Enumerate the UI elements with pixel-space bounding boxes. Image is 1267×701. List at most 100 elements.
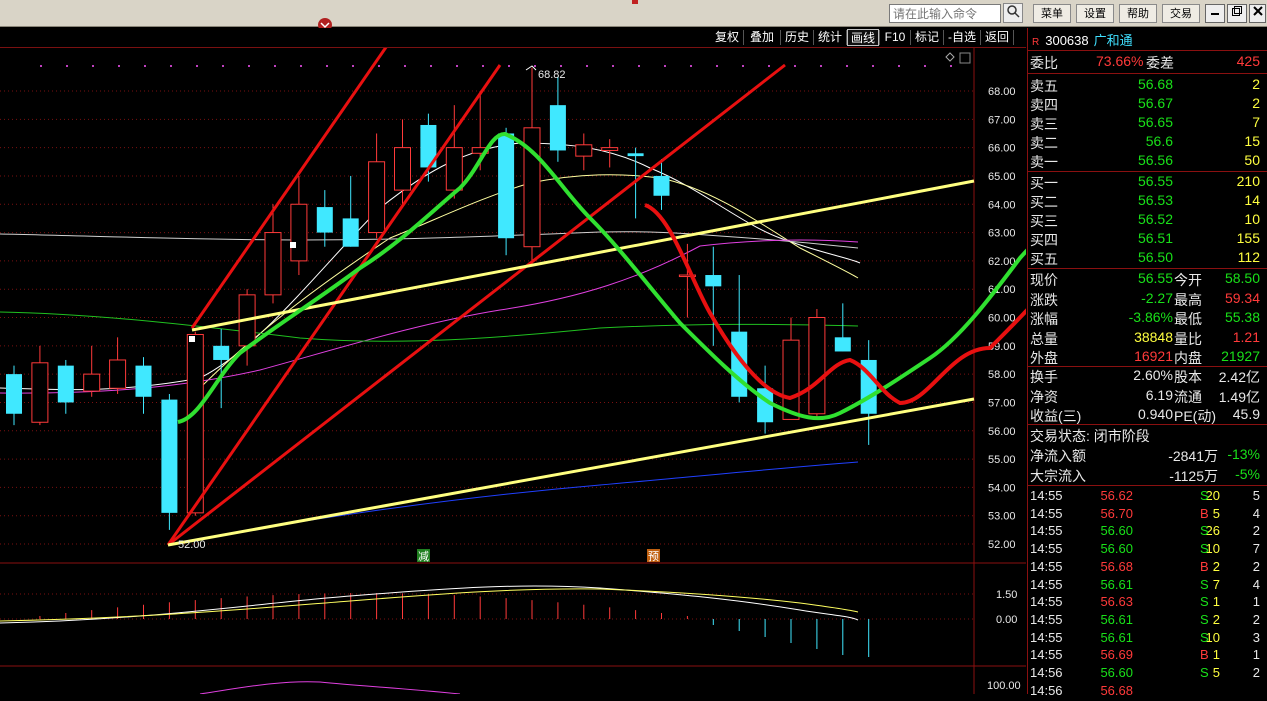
fund-flow-row: 大宗流入 -1125万 -5% bbox=[1030, 466, 1260, 484]
marker-dot bbox=[274, 65, 276, 67]
candle-body-up bbox=[445, 147, 463, 191]
marker-dot bbox=[820, 65, 822, 67]
chart-tool-4[interactable]: 画线 bbox=[847, 29, 879, 46]
chart-tool-6[interactable]: 标记 bbox=[911, 29, 943, 46]
candle-body-down bbox=[6, 374, 22, 414]
settings-button[interactable]: 设置 bbox=[1076, 4, 1114, 23]
marker-dot bbox=[118, 65, 120, 67]
marker-dot bbox=[430, 65, 432, 67]
sell-level-row: 卖一 56.56 50 bbox=[1030, 152, 1260, 170]
price-tick-label: 58.00 bbox=[988, 369, 1016, 381]
tick-trade-row: 14:55 56.61 2 S 2 bbox=[1030, 611, 1260, 627]
finance-stat-row: 收益(三) 0.940 PE(动) 45.9 bbox=[1030, 406, 1260, 424]
candle-body-down bbox=[135, 365, 152, 397]
stock-header: R 300638 广和通 bbox=[1032, 30, 1133, 49]
tick-trade-row: 14:55 56.60 10 S 7 bbox=[1030, 541, 1260, 557]
indicator-mark bbox=[632, 0, 638, 4]
quote-stat-row: 总量 38848 量比 1.21 bbox=[1030, 328, 1260, 347]
trendline-red-1 bbox=[166, 64, 502, 546]
candle-body-up bbox=[368, 161, 386, 234]
marker-dot bbox=[690, 65, 692, 67]
quote-stat-row: 涨跌 -2.27 最高 59.34 bbox=[1030, 289, 1260, 308]
marker-dot bbox=[66, 65, 68, 67]
marker-dot bbox=[352, 65, 354, 67]
price-tick-label: 65.00 bbox=[988, 171, 1016, 183]
tick-trade-row: 14:55 56.69 1 B 1 bbox=[1030, 647, 1260, 663]
chart-tool-8[interactable]: 返回 bbox=[981, 29, 1013, 46]
stock-name: 广和通 bbox=[1093, 33, 1133, 48]
high-price-label: 68.82 bbox=[538, 69, 566, 81]
tick-trade-row: 14:56 56.60 5 S 2 bbox=[1030, 665, 1260, 680]
chart-toolbar: 复权 叠加 历史 统计 画线 F10 标记 -自选 返回 bbox=[0, 28, 1026, 48]
event-marker-label: 预 bbox=[648, 550, 659, 563]
candle-body-up bbox=[808, 317, 826, 415]
candle-body-up bbox=[601, 147, 619, 151]
quote-stat-row: 涨幅 -3.86% 最低 55.38 bbox=[1030, 309, 1260, 327]
tick-trade-row: 14:55 56.70 5 B 4 bbox=[1030, 505, 1260, 521]
trendline-red-2 bbox=[190, 48, 388, 329]
marker-dot bbox=[768, 65, 770, 67]
candle-body-up bbox=[31, 362, 49, 423]
help-button[interactable]: 帮助 bbox=[1119, 4, 1157, 23]
candle-body-down bbox=[627, 153, 644, 157]
ma20-line bbox=[0, 231, 859, 249]
candle-body-up bbox=[782, 339, 800, 420]
command-input[interactable] bbox=[889, 4, 1001, 23]
quote-stat-row: 现价 56.55 今开 58.50 bbox=[1030, 270, 1260, 288]
marker-dot bbox=[742, 65, 744, 67]
candle-body-up bbox=[264, 232, 282, 296]
candle-body-down bbox=[653, 175, 670, 196]
price-tick-label: 56.00 bbox=[988, 426, 1016, 438]
buy-level-row: 买二 56.53 14 bbox=[1030, 192, 1260, 210]
buy-level-row: 买三 56.52 10 bbox=[1030, 211, 1260, 229]
tick-trade-row: 14:55 56.68 2 B 2 bbox=[1030, 558, 1260, 574]
marker-dot bbox=[378, 65, 380, 67]
price-tick-label: 52.00 bbox=[988, 539, 1016, 551]
chart-tool-1[interactable]: 叠加 bbox=[744, 29, 780, 46]
indicator-tick-label: 100.00 bbox=[987, 680, 1021, 692]
price-tick-label: 53.00 bbox=[988, 511, 1016, 523]
tick-trade-row: 14:55 56.60 26 S 2 bbox=[1030, 523, 1260, 539]
price-tick-label: 68.00 bbox=[988, 86, 1016, 98]
menu-button[interactable]: 菜单 bbox=[1033, 4, 1071, 23]
candle-body-down bbox=[705, 275, 722, 287]
macd-tick-label: 1.50 bbox=[996, 589, 1017, 601]
close-icon[interactable] bbox=[1249, 4, 1266, 23]
anchor-point bbox=[189, 336, 195, 342]
weibi-row: 委比 73.66% 委差 425 bbox=[1030, 53, 1260, 71]
top-toolbar: 菜单 设置 帮助 交易 bbox=[0, 0, 1267, 29]
marker-dot bbox=[92, 65, 94, 67]
trade-button[interactable]: 交易 bbox=[1162, 4, 1200, 23]
candle-body-down bbox=[213, 345, 230, 360]
marker-dot bbox=[534, 65, 536, 67]
marker-dot bbox=[508, 65, 510, 67]
chart-tool-7[interactable]: -自选 bbox=[944, 29, 980, 46]
sell-level-row: 卖四 56.67 2 bbox=[1030, 95, 1260, 113]
marker-dot bbox=[404, 65, 406, 67]
price-tick-label: 57.00 bbox=[988, 397, 1016, 409]
price-tick-label: 60.00 bbox=[988, 313, 1016, 325]
fund-flow-row: 净流入额 -2841万 -13% bbox=[1030, 446, 1260, 464]
minimize-icon[interactable] bbox=[1205, 4, 1225, 23]
chart-tool-2[interactable]: 历史 bbox=[781, 29, 813, 46]
stock-flag: R bbox=[1032, 37, 1040, 48]
chart-tool-3[interactable]: 统计 bbox=[814, 29, 846, 46]
candle-body-down bbox=[834, 337, 851, 352]
restore-icon[interactable] bbox=[1227, 4, 1247, 23]
chart-tool-0[interactable]: 复权 bbox=[711, 29, 743, 46]
macd-tick-label: 0.00 bbox=[996, 614, 1017, 626]
kline-chart-area[interactable]: 68.0067.0066.0065.0064.0063.0062.0061.00… bbox=[0, 48, 1026, 694]
buy-level-row: 买五 56.50 112 bbox=[1030, 249, 1260, 267]
price-tick-label: 66.00 bbox=[988, 143, 1016, 155]
tick-trade-row: 14:55 56.63 1 S 1 bbox=[1030, 594, 1260, 610]
candle-body-down bbox=[549, 105, 566, 151]
search-icon[interactable] bbox=[1003, 3, 1023, 23]
price-tick-label: 63.00 bbox=[988, 228, 1016, 240]
marker-dot bbox=[846, 65, 848, 67]
marker-dot bbox=[300, 65, 302, 67]
chart-tool-5[interactable]: F10 bbox=[880, 29, 910, 46]
anchor-point bbox=[290, 242, 296, 248]
candle-body-up bbox=[290, 203, 308, 262]
ma60-line bbox=[0, 311, 859, 342]
buy-level-row: 买一 56.55 210 bbox=[1030, 173, 1260, 191]
